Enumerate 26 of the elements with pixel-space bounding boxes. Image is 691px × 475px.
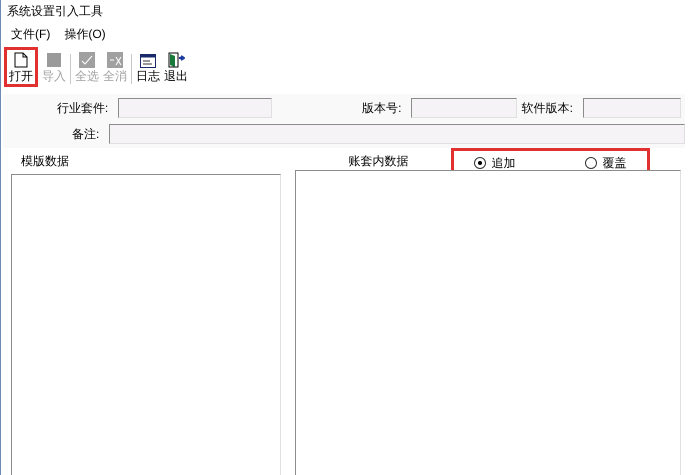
window-title: 系统设置引入工具: [6, 3, 104, 20]
checkmark-icon: [79, 52, 95, 68]
radio-button[interactable]: [474, 157, 486, 169]
text-field[interactable]: [583, 98, 681, 118]
window-icon: [140, 54, 156, 68]
toolbar-button[interactable]: 日志: [134, 52, 162, 84]
field-label: 行业套件:: [56, 100, 108, 117]
menu-item[interactable]: 操作(O): [64, 25, 106, 43]
toolbar-button[interactable]: 打开: [7, 50, 35, 84]
panel-title: 账套内数据: [348, 153, 410, 170]
radio-option[interactable]: 覆盖: [584, 154, 627, 172]
field-label: 版本号:: [362, 100, 402, 117]
menu-item[interactable]: 文件(F): [11, 25, 50, 43]
toolbar-button[interactable]: 退出: [162, 50, 190, 84]
document-icon: [14, 52, 28, 68]
text-field[interactable]: [118, 98, 272, 118]
text-field[interactable]: [411, 98, 518, 118]
text-field[interactable]: [109, 124, 686, 144]
cross-icon: [107, 52, 123, 68]
field-label: 软件版本:: [522, 100, 573, 117]
door-icon: [168, 52, 184, 68]
field-label: 备注:: [72, 126, 100, 143]
radio-button[interactable]: [584, 157, 597, 169]
panel-title: 模版数据: [21, 153, 69, 170]
square-icon: [46, 52, 62, 68]
radio-option[interactable]: 追加: [474, 154, 516, 172]
